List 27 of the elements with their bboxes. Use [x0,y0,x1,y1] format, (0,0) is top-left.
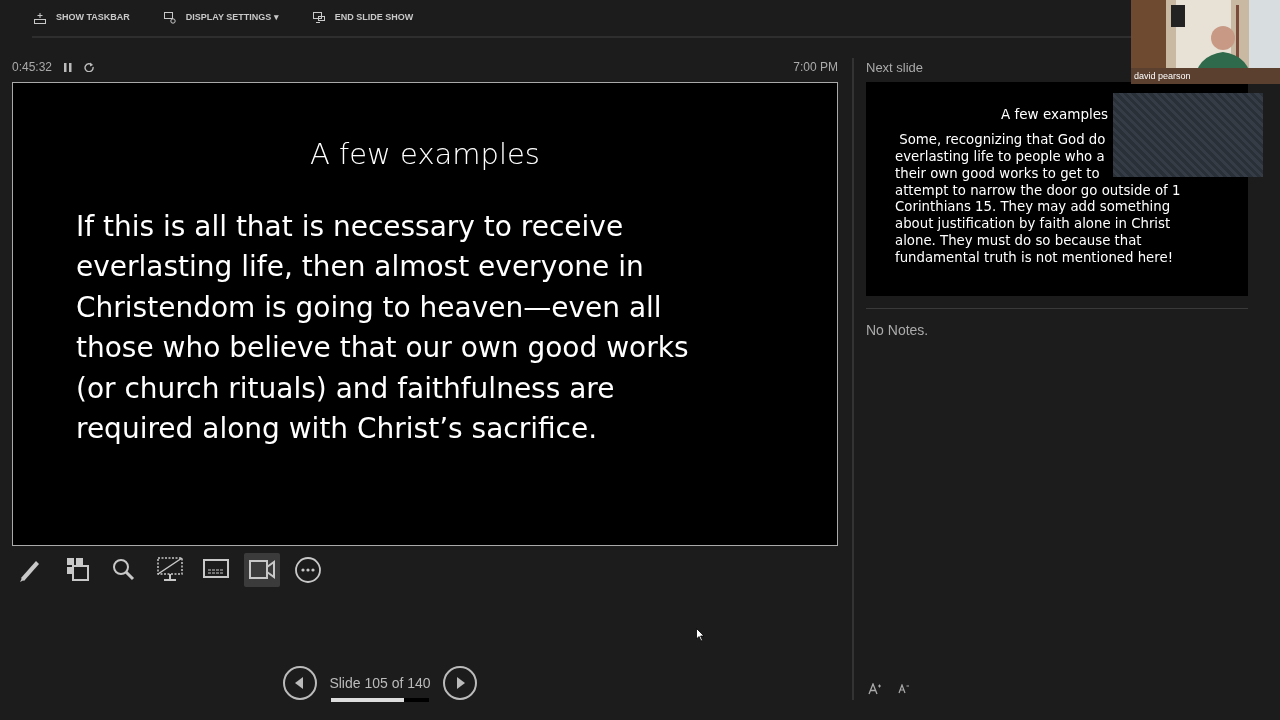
display-settings-button[interactable]: DISPLAY SETTINGS ▾ [163,11,279,25]
slide-title: A few examples [309,136,541,173]
monitor-gear-icon [163,12,176,24]
taskbar-icon [34,12,46,24]
slide-title: A few examples [1000,105,1110,124]
slide-counter: Slide 105 of 140 [329,674,431,693]
show-taskbar-button[interactable]: SHOW TASKBAR [34,11,130,25]
previous-button[interactable] [283,666,318,700]
monitor-icon [312,12,325,24]
next-slide-heading: Next slide [866,59,924,77]
right-triangle-icon [454,677,465,689]
slide-text: If this is all that is necessary to receive everlasting life, then almost everyone in Christendom is going to heaven—even all those who believe that our own good works (or church rituals) and faithfulness are required along with Christ’s sacrifice. [76,208,690,448]
slides-icon [64,556,92,584]
pause-icon[interactable] [64,62,73,72]
participant-name: david pearson [1134,70,1191,83]
next-button[interactable] [442,666,477,700]
restart-icon[interactable] [84,62,95,72]
more-icon [294,556,322,584]
video-camera-button[interactable] [244,553,280,587]
slide-text: Some, recognizing that God do everlasting life to people who a their own good works to get to attempt to narrow the door go outside of 1 Corinthians 15. They may add something about justification by faith alone in Christ alone. They must do so because that fundamental truth is not mentioned here! [895,132,1182,267]
left-triangle-icon [295,677,306,689]
cursor-icon [696,628,705,642]
elapsed-time: 0:45:32 [12,59,53,76]
monitor-icon [156,556,184,584]
clock-time: 7:00 PM [793,59,838,76]
end-show-button[interactable]: END SLIDE SHOW [312,11,414,25]
notes-text: No Notes. [866,322,929,338]
